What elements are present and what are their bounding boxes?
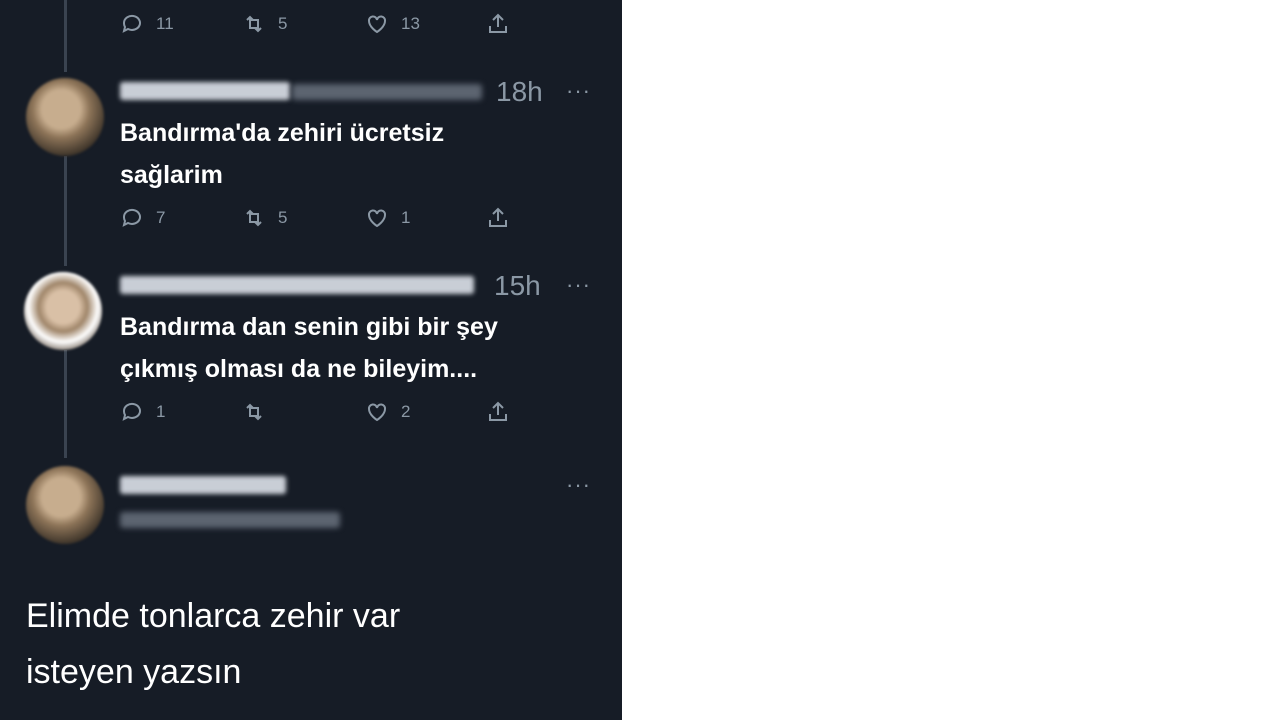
share-button[interactable] — [486, 400, 510, 424]
tweet-thread-panel: 11 5 13 18h ··· Bandırma'da zehiri ücret… — [0, 0, 622, 720]
reply-icon — [122, 208, 141, 227]
reply-button[interactable]: 1 — [120, 400, 165, 424]
share-icon — [489, 401, 507, 421]
retweet-count: 5 — [278, 208, 288, 227]
blank-area — [622, 0, 1280, 720]
reply-icon — [122, 14, 141, 33]
share-button[interactable] — [486, 12, 510, 36]
like-count: 13 — [401, 14, 420, 33]
avatar[interactable] — [26, 466, 104, 544]
more-icon[interactable]: ··· — [566, 472, 591, 498]
tweet-actions: 1 2 — [120, 400, 530, 430]
retweet-button[interactable]: 5 — [242, 206, 287, 230]
more-icon[interactable]: ··· — [566, 272, 591, 298]
reply-count: 1 — [156, 402, 166, 421]
blurred-handle — [292, 84, 482, 100]
reply-tweet[interactable]: 15h ··· Bandırma dan senin gibi bir şey … — [0, 266, 622, 456]
avatar[interactable] — [24, 272, 102, 350]
like-button[interactable]: 2 — [365, 400, 410, 424]
retweet-icon — [246, 209, 262, 227]
tweet-text: Bandırma dan senin gibi bir şey çıkmış o… — [120, 306, 600, 390]
tweet-text: Bandırma'da zehiri ücretsiz sağlarim — [120, 112, 600, 196]
main-tweet-text: Elimde tonlarca zehir var isteyen yazsın — [26, 588, 606, 700]
retweet-button[interactable] — [242, 400, 278, 424]
reply-icon — [122, 402, 141, 421]
share-button[interactable] — [486, 206, 510, 230]
tweet-text-line: isteyen yazsın — [26, 653, 242, 691]
tweet-text-line: Bandırma dan senin gibi bir şey — [120, 313, 498, 341]
blurred-display-name — [120, 276, 474, 294]
tweet-actions: 11 5 13 — [120, 12, 530, 42]
tweet-text-line: Bandırma'da zehiri ücretsiz — [120, 119, 445, 147]
tweet-text-line: Elimde tonlarca zehir var — [26, 597, 401, 635]
blurred-display-name — [120, 476, 286, 494]
like-button[interactable]: 1 — [365, 206, 410, 230]
like-count: 2 — [401, 402, 411, 421]
tweet-time[interactable]: 18h — [496, 76, 543, 108]
like-icon — [368, 15, 386, 34]
retweet-button[interactable]: 5 — [242, 12, 287, 36]
retweet-icon — [246, 403, 262, 421]
avatar[interactable] — [26, 78, 104, 156]
reply-tweet[interactable]: 18h ··· Bandırma'da zehiri ücretsiz sağl… — [0, 72, 622, 262]
tweet-text-line: çıkmış olması da ne bileyim.... — [120, 355, 478, 383]
like-button[interactable]: 13 — [365, 12, 420, 36]
thread-line — [64, 0, 67, 72]
tweet-time[interactable]: 15h — [494, 270, 541, 302]
share-icon — [489, 207, 507, 227]
tweet-text-line: sağlarim — [120, 161, 223, 189]
reply-count: 11 — [156, 14, 174, 33]
share-icon — [489, 13, 507, 33]
reply-button[interactable]: 11 — [120, 12, 174, 36]
like-icon — [368, 403, 386, 422]
retweet-count: 5 — [278, 14, 288, 33]
tweet-actions: 7 5 1 — [120, 206, 530, 236]
blurred-handle — [120, 512, 340, 528]
like-icon — [368, 209, 386, 228]
reply-button[interactable]: 7 — [120, 206, 165, 230]
reply-count: 7 — [156, 208, 166, 227]
more-icon[interactable]: ··· — [566, 78, 591, 104]
like-count: 1 — [401, 208, 411, 227]
blurred-display-name — [120, 82, 290, 100]
retweet-icon — [246, 15, 262, 33]
